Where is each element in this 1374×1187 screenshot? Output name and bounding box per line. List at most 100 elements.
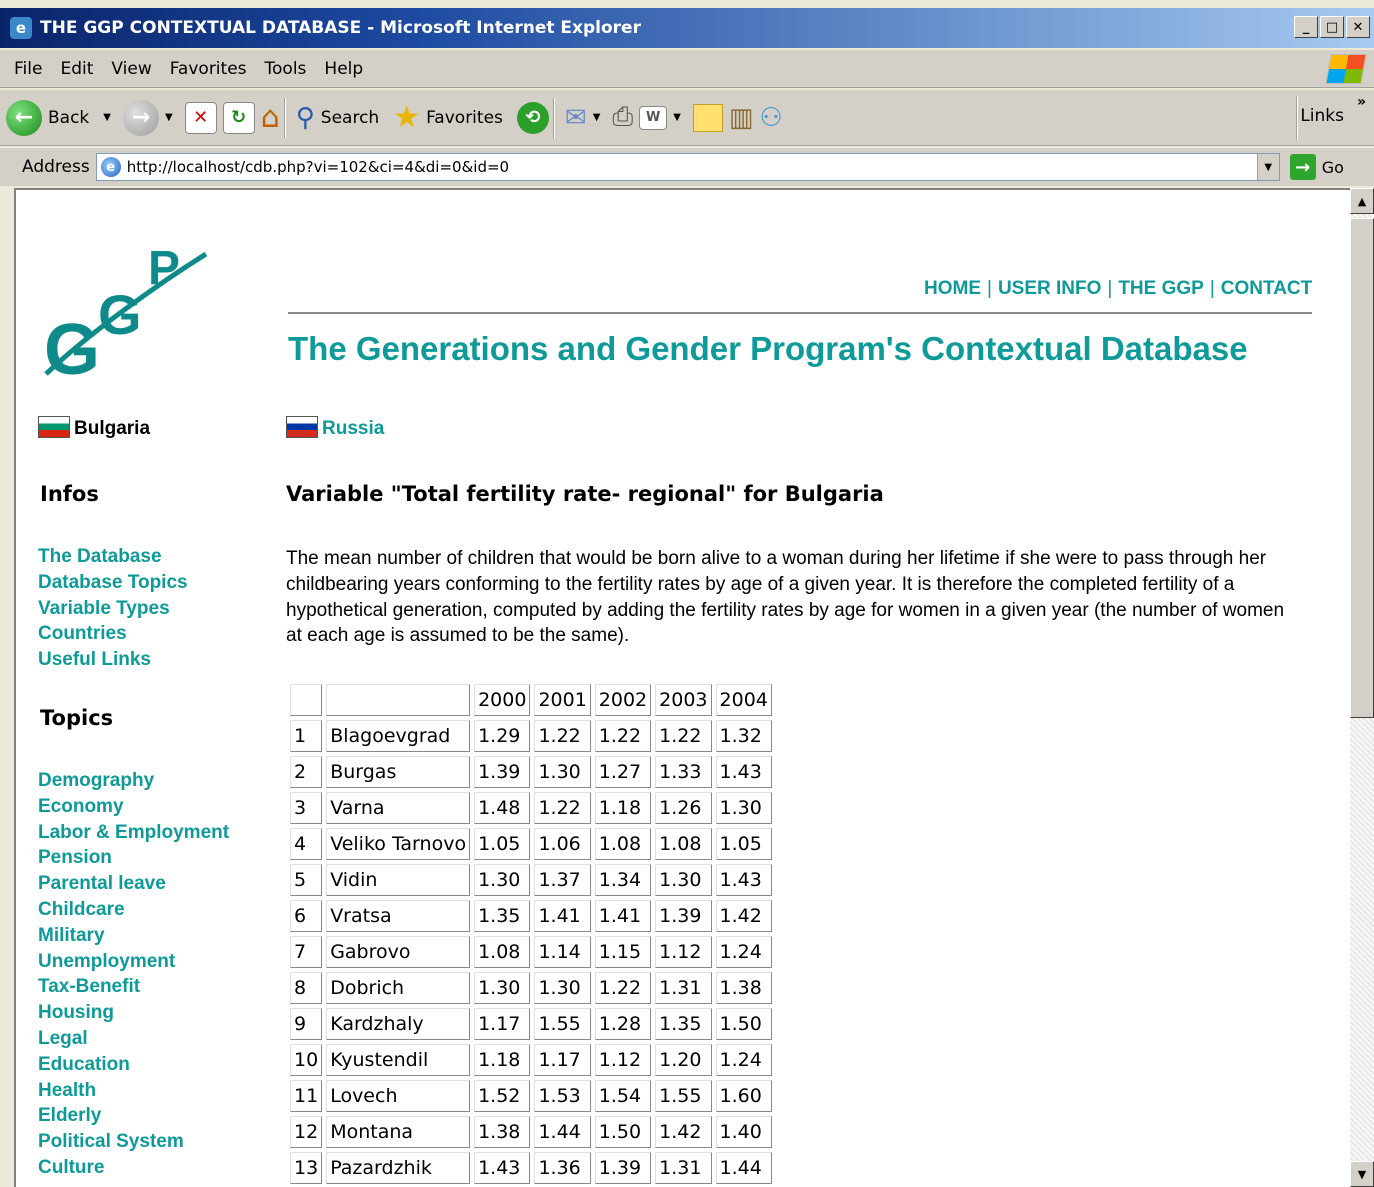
minimize-button[interactable]: _ bbox=[1294, 16, 1318, 38]
row-index-cell: 11 bbox=[290, 1080, 323, 1112]
topic-education[interactable]: Education bbox=[38, 1052, 229, 1078]
topic-demography[interactable]: Demography bbox=[38, 768, 229, 794]
menu-file[interactable]: File bbox=[14, 59, 42, 79]
year-header: 2002 bbox=[594, 684, 652, 716]
favorites-button[interactable]: ★ Favorites bbox=[393, 100, 511, 135]
nav-the-ggp[interactable]: THE GGP bbox=[1118, 278, 1204, 299]
toolbar-separator bbox=[283, 97, 286, 138]
menu-help[interactable]: Help bbox=[324, 59, 363, 79]
mail-dropdown-icon[interactable]: ▼ bbox=[593, 112, 601, 123]
edit-dropdown-icon[interactable]: ▼ bbox=[673, 112, 681, 123]
topic-culture[interactable]: Culture bbox=[38, 1155, 229, 1181]
close-button[interactable]: ✕ bbox=[1346, 16, 1370, 38]
messenger-icon: ⚇ bbox=[759, 102, 783, 133]
topic-military[interactable]: Military bbox=[38, 923, 229, 949]
scroll-down-icon[interactable]: ▼ bbox=[1350, 1161, 1374, 1187]
value-cell: 1.44 bbox=[534, 1116, 591, 1148]
region-cell: Vratsa bbox=[326, 900, 471, 932]
value-cell: 1.24 bbox=[715, 1044, 772, 1076]
year-header: 2000 bbox=[474, 684, 531, 716]
discuss-button[interactable] bbox=[692, 103, 723, 132]
address-dropdown-icon[interactable]: ▼ bbox=[1256, 154, 1279, 180]
topic-political-system[interactable]: Political System bbox=[38, 1129, 229, 1155]
messenger-button[interactable]: ⚇ bbox=[759, 103, 782, 133]
value-cell: 1.48 bbox=[474, 792, 531, 824]
country-link-label[interactable]: Russia bbox=[322, 418, 384, 439]
home-icon: ⌂ bbox=[260, 100, 280, 135]
topic-childcare[interactable]: Childcare bbox=[38, 897, 229, 923]
menu-tools[interactable]: Tools bbox=[265, 59, 307, 79]
value-cell: 1.42 bbox=[715, 900, 772, 932]
topic-labor-employment[interactable]: Labor & Employment bbox=[38, 820, 229, 846]
ie-app-icon[interactable]: e bbox=[10, 17, 32, 39]
menu-edit[interactable]: Edit bbox=[60, 59, 93, 79]
value-cell: 1.08 bbox=[594, 828, 652, 860]
value-cell: 1.12 bbox=[594, 1044, 652, 1076]
topic-pension[interactable]: Pension bbox=[38, 845, 229, 871]
menu-view[interactable]: View bbox=[111, 59, 151, 79]
scroll-up-icon[interactable]: ▲ bbox=[1350, 188, 1374, 214]
maximize-button[interactable]: □ bbox=[1320, 16, 1344, 38]
address-input[interactable]: e http://localhost/cdb.php?vi=102&ci=4&d… bbox=[95, 153, 1280, 181]
go-button[interactable]: → Go bbox=[1289, 154, 1344, 180]
value-cell: 1.20 bbox=[655, 1044, 712, 1076]
top-navigation: HOME | USER INFO | THE GGP | CONTACT bbox=[924, 278, 1312, 300]
value-cell: 1.37 bbox=[534, 864, 591, 896]
table-row: 8 Dobrich 1.30 1.30 1.22 1.31 1.38 bbox=[290, 972, 772, 1004]
chevron-right-icon[interactable]: » bbox=[1357, 94, 1366, 110]
nav-separator: | bbox=[1107, 278, 1113, 299]
back-dropdown-icon[interactable]: ▼ bbox=[103, 112, 111, 123]
home-button[interactable]: ⌂ bbox=[261, 100, 280, 135]
stop-button[interactable]: ✕ bbox=[184, 101, 217, 134]
back-button[interactable]: ← Back ▼ bbox=[6, 99, 117, 136]
standard-toolbar: ← Back ▼ → ▼ ✕ ↻ ⌂ ⚲ Search ★ Favorites … bbox=[0, 90, 1374, 146]
value-cell: 1.17 bbox=[534, 1044, 591, 1076]
nav-home[interactable]: HOME bbox=[924, 278, 981, 299]
print-icon: ⎙ bbox=[612, 102, 634, 132]
value-cell: 1.12 bbox=[655, 936, 712, 968]
scroll-thumb[interactable] bbox=[1350, 218, 1374, 718]
links-button[interactable]: Links bbox=[1300, 106, 1344, 126]
topic-unemployment[interactable]: Unemployment bbox=[38, 949, 229, 975]
forward-button[interactable]: → ▼ bbox=[122, 99, 179, 136]
menu-favorites[interactable]: Favorites bbox=[170, 59, 247, 79]
russia-flag-icon bbox=[286, 416, 318, 438]
topic-elderly[interactable]: Elderly bbox=[38, 1103, 229, 1129]
region-cell: Kardzhaly bbox=[326, 1008, 471, 1040]
value-cell: 1.39 bbox=[474, 756, 531, 788]
value-cell: 1.42 bbox=[655, 1116, 712, 1148]
edit-button[interactable]: W ▼ bbox=[639, 105, 687, 130]
search-button[interactable]: ⚲ Search bbox=[296, 103, 387, 133]
sidebar-item-countries[interactable]: Countries bbox=[38, 621, 188, 647]
address-url[interactable]: http://localhost/cdb.php?vi=102&ci=4&di=… bbox=[127, 158, 509, 176]
print-button[interactable]: ⎙ bbox=[612, 102, 633, 133]
topic-housing[interactable]: Housing bbox=[38, 1000, 229, 1026]
sidebar-item-the-database[interactable]: The Database bbox=[38, 544, 188, 570]
history-button[interactable]: ⟲ bbox=[516, 101, 549, 134]
table-row: 6 Vratsa 1.35 1.41 1.41 1.39 1.42 bbox=[290, 900, 772, 932]
sidebar-item-useful-links[interactable]: Useful Links bbox=[38, 647, 188, 673]
window-controls: _ □ ✕ bbox=[1294, 16, 1370, 38]
sidebar-item-variable-types[interactable]: Variable Types bbox=[38, 596, 188, 622]
refresh-button[interactable]: ↻ bbox=[222, 101, 255, 134]
value-cell: 1.52 bbox=[474, 1080, 531, 1112]
vertical-scrollbar[interactable]: ▲ ▼ bbox=[1350, 188, 1374, 1187]
year-header: 2004 bbox=[715, 684, 772, 716]
topic-legal[interactable]: Legal bbox=[38, 1026, 229, 1052]
topic-health[interactable]: Health bbox=[38, 1078, 229, 1104]
history-icon: ⟲ bbox=[516, 101, 549, 134]
current-country: Bulgaria bbox=[38, 416, 150, 440]
value-cell: 1.36 bbox=[534, 1152, 591, 1184]
forward-dropdown-icon[interactable]: ▼ bbox=[165, 112, 173, 123]
topic-parental-leave[interactable]: Parental leave bbox=[38, 871, 229, 897]
research-button[interactable]: ▥ bbox=[729, 103, 754, 133]
value-cell: 1.05 bbox=[474, 828, 531, 860]
sidebar-item-database-topics[interactable]: Database Topics bbox=[38, 570, 188, 596]
country-link-russia[interactable]: Russia bbox=[286, 416, 384, 440]
svg-text:G: G bbox=[98, 283, 142, 346]
topic-economy[interactable]: Economy bbox=[38, 794, 229, 820]
nav-user-info[interactable]: USER INFO bbox=[998, 278, 1101, 299]
mail-button[interactable]: ✉ ▼ bbox=[565, 103, 607, 133]
nav-contact[interactable]: CONTACT bbox=[1221, 278, 1312, 299]
topic-tax-benefit[interactable]: Tax-Benefit bbox=[38, 974, 229, 1000]
